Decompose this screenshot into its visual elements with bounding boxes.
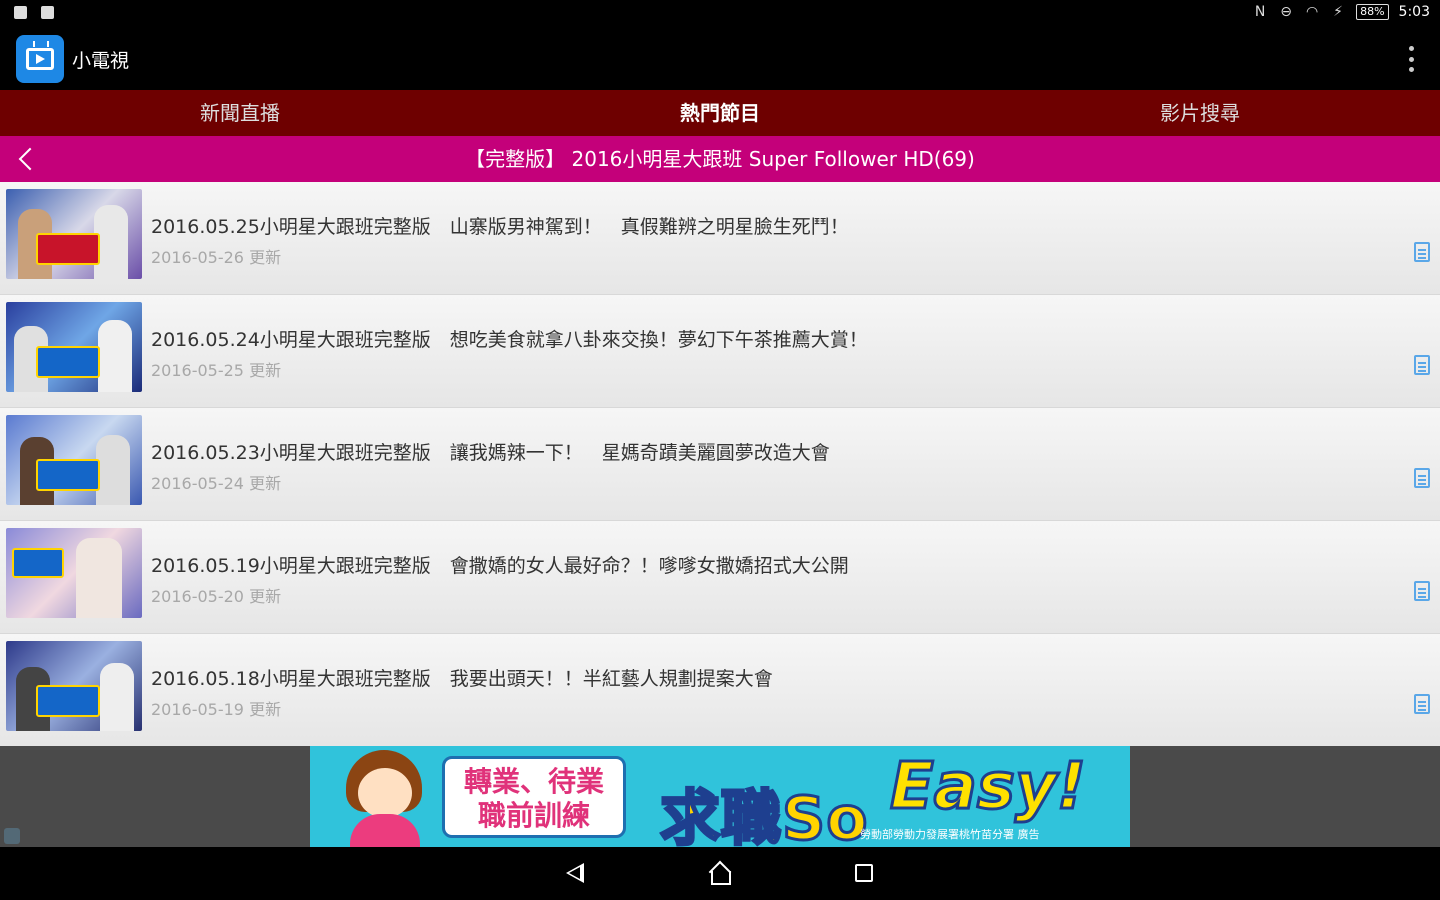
ad-training-box: 轉業、待業 職前訓練 [442, 756, 626, 838]
playlist-title: 【完整版】 2016小明星大跟班 Super Follower HD(69) [465, 147, 975, 171]
cartoon-girl-illustration [340, 750, 432, 847]
nav-home-icon[interactable] [709, 863, 731, 885]
ad-area: 轉業、待業 職前訓練 求職So Easy! 勞動部勞動力發展署桃竹苗分署 廣告 [0, 746, 1440, 847]
episode-date: 2016-05-20 更新 [151, 587, 282, 606]
ad-sponsor: 勞動部勞動力發展署桃竹苗分署 廣告 [860, 828, 1040, 841]
clock: 5:03 [1398, 4, 1430, 20]
ad-box-line1: 轉業、待業 [463, 765, 604, 798]
episode-thumbnail[interactable] [6, 641, 142, 731]
episode-title: 2016.05.18小明星大跟班完整版 我要出頭天！！半紅藝人規劃提案大會 [151, 668, 773, 690]
ad-slogan-easy: Easy! [889, 749, 1088, 826]
episode-date: 2016-05-24 更新 [151, 474, 282, 493]
list-item[interactable]: 2016.05.24小明星大跟班完整版 想吃美食就拿八卦來交換！夢幻下午茶推薦大… [0, 295, 1440, 408]
episode-date: 2016-05-26 更新 [151, 248, 282, 267]
ad-box-line2: 職前訓練 [477, 799, 590, 832]
document-icon[interactable] [1414, 694, 1430, 714]
wifi-icon: ◠ [1305, 4, 1319, 20]
episode-date: 2016-05-19 更新 [151, 700, 282, 719]
system-nav-bar [0, 847, 1440, 900]
app-notification-icon [41, 6, 54, 19]
ad-slogan: 求職So [658, 783, 869, 848]
notification-icons [14, 6, 54, 19]
status-bar: N ⊖ ◠ ⚡ 88% 5:03 [0, 0, 1440, 28]
tab-bar: 新聞直播 熱門節目 影片搜尋 [0, 90, 1440, 136]
playlist-title-bar: 【完整版】 2016小明星大跟班 Super Follower HD(69) [0, 136, 1440, 182]
charging-icon: ⚡ [1333, 4, 1344, 20]
episode-date: 2016-05-25 更新 [151, 361, 282, 380]
episode-thumbnail[interactable] [6, 528, 142, 618]
episode-thumbnail[interactable] [6, 415, 142, 505]
nfc-icon: N [1254, 4, 1266, 20]
nav-back-icon[interactable] [566, 863, 584, 883]
screenshot-notification-icon [14, 6, 27, 19]
document-icon[interactable] [1414, 468, 1430, 488]
episode-thumbnail[interactable] [6, 302, 142, 392]
list-item[interactable]: 2016.05.19小明星大跟班完整版 會撒嬌的女人最好命？！嗲嗲女撒嬌招式大公… [0, 521, 1440, 634]
episode-list: 2016.05.25小明星大跟班完整版 山寨版男神駕到！ 真假難辨之明星臉生死鬥… [0, 182, 1440, 747]
episode-title: 2016.05.24小明星大跟班完整版 想吃美食就拿八卦來交換！夢幻下午茶推薦大… [151, 329, 868, 351]
more-vert-icon[interactable] [1408, 46, 1414, 72]
system-icons: N ⊖ ◠ ⚡ 88% 5:03 [1252, 4, 1430, 20]
episode-title: 2016.05.19小明星大跟班完整版 會撒嬌的女人最好命？！嗲嗲女撒嬌招式大公… [151, 555, 849, 577]
nav-recent-apps-icon[interactable] [855, 864, 873, 882]
document-icon[interactable] [1414, 242, 1430, 262]
ad-info-icon[interactable] [4, 828, 20, 844]
app-title: 小電視 [72, 50, 130, 72]
ad-banner[interactable]: 轉業、待業 職前訓練 求職So Easy! 勞動部勞動力發展署桃竹苗分署 廣告 [310, 746, 1130, 847]
tab-video-search[interactable]: 影片搜尋 [960, 90, 1440, 136]
tab-news-live[interactable]: 新聞直播 [0, 90, 480, 136]
battery-icon: 88% [1356, 4, 1389, 20]
list-item[interactable]: 2016.05.18小明星大跟班完整版 我要出頭天！！半紅藝人規劃提案大會 20… [0, 634, 1440, 747]
list-item[interactable]: 2016.05.23小明星大跟班完整版 讓我媽辣一下！ 星媽奇蹟美麗圓夢改造大會… [0, 408, 1440, 521]
tv-icon [16, 35, 64, 83]
document-icon[interactable] [1414, 581, 1430, 601]
list-item[interactable]: 2016.05.25小明星大跟班完整版 山寨版男神駕到！ 真假難辨之明星臉生死鬥… [0, 182, 1440, 295]
do-not-disturb-icon: ⊖ [1280, 4, 1292, 20]
episode-thumbnail[interactable] [6, 189, 142, 279]
episode-title: 2016.05.25小明星大跟班完整版 山寨版男神駕到！ 真假難辨之明星臉生死鬥… [151, 216, 849, 238]
app-bar: 小電視 [0, 28, 1440, 90]
document-icon[interactable] [1414, 355, 1430, 375]
episode-title: 2016.05.23小明星大跟班完整版 讓我媽辣一下！ 星媽奇蹟美麗圓夢改造大會 [151, 442, 830, 464]
tab-popular-shows[interactable]: 熱門節目 [480, 90, 960, 136]
